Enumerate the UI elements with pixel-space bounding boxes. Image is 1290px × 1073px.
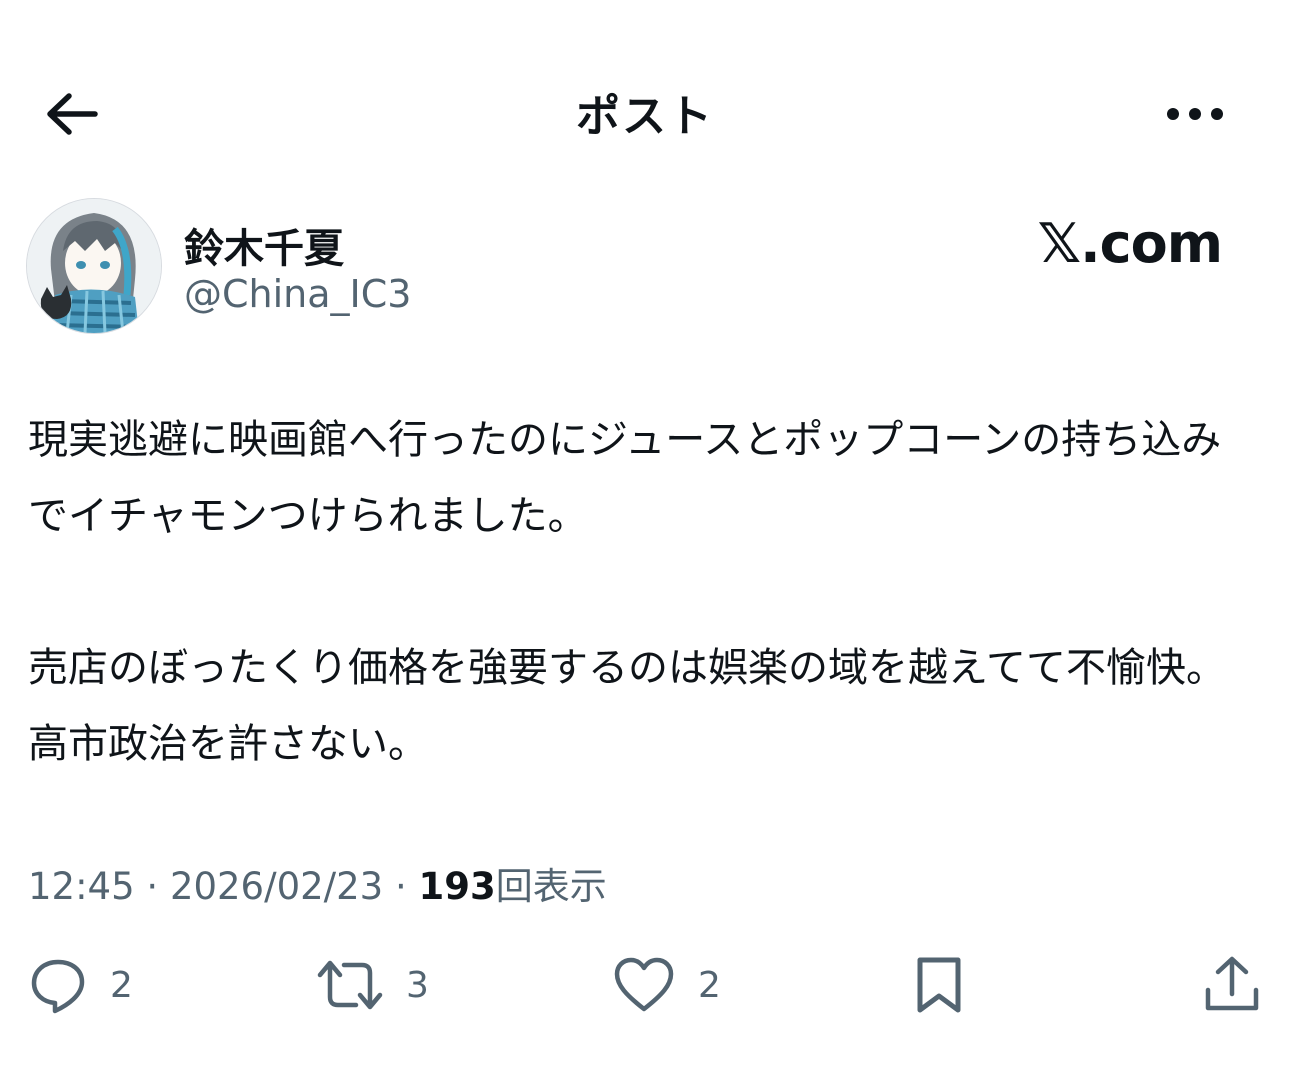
share-button[interactable] — [1202, 948, 1262, 1022]
bookmark-icon — [912, 954, 966, 1016]
reply-button[interactable]: 2 — [28, 948, 133, 1022]
x-com-logo: 𝕏.com — [1037, 212, 1223, 275]
more-horizontal-icon — [1165, 106, 1225, 122]
post-meta: 12:45 · 2026/02/23 · 193回表示 — [28, 856, 607, 910]
reply-icon — [28, 955, 88, 1015]
repost-button[interactable]: 3 — [316, 948, 429, 1022]
reply-count: 2 — [110, 964, 133, 1006]
views-count: 193 — [418, 865, 496, 908]
author-row: 鈴木千夏 @China_IC3 𝕏.com — [26, 198, 1266, 338]
top-bar: ポスト — [0, 60, 1290, 170]
post-paragraph: 売店のぼったくり価格を強要するのは娯楽の域を越えてて不愉快。高市政治を許さない。 — [28, 645, 1226, 767]
bookmark-button[interactable] — [912, 948, 966, 1022]
action-bar: 2 3 2 — [0, 948, 1290, 1028]
like-count: 2 — [698, 964, 721, 1006]
more-button[interactable] — [1150, 82, 1240, 146]
views-label: 回表示 — [495, 865, 607, 908]
user-handle[interactable]: @China_IC3 — [184, 272, 411, 316]
page-title: ポスト — [576, 91, 714, 142]
avatar[interactable] — [26, 198, 162, 334]
post-paragraph: 現実逃避に映画館へ行ったのにジュースとポップコーンの持ち込みでイチャモンつけられ… — [28, 417, 1222, 539]
post-text: 現実逃避に映画館へ行ったのにジュースとポップコーンの持ち込みでイチャモンつけられ… — [28, 402, 1248, 782]
meta-separator: · — [134, 865, 170, 908]
display-name[interactable]: 鈴木千夏 — [184, 216, 344, 274]
repost-icon — [316, 955, 384, 1015]
share-icon — [1202, 954, 1262, 1016]
meta-separator: · — [383, 865, 419, 908]
repost-count: 3 — [406, 964, 429, 1006]
heart-icon — [612, 955, 676, 1015]
post-date[interactable]: 2026/02/23 — [170, 865, 383, 908]
post-time[interactable]: 12:45 — [28, 865, 135, 908]
like-button[interactable]: 2 — [612, 948, 721, 1022]
